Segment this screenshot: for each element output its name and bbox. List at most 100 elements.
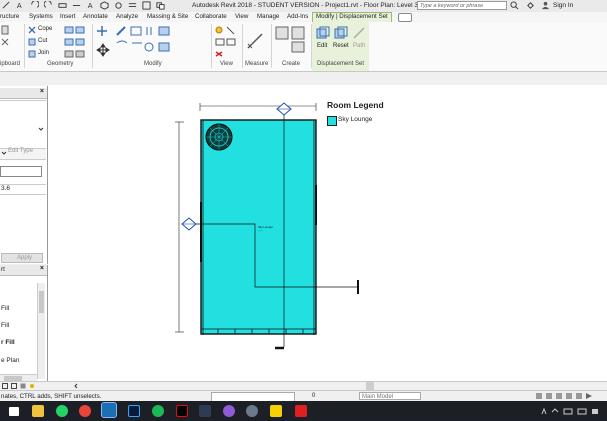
modify-tools-icon[interactable] — [115, 25, 175, 57]
close-icon[interactable]: × — [40, 265, 44, 272]
browser-item[interactable]: Fill — [1, 322, 9, 329]
spotify-icon[interactable] — [152, 405, 164, 417]
dropdown-icon[interactable] — [1, 150, 7, 156]
windows-taskbar — [0, 401, 607, 421]
thin-lines-icon[interactable] — [128, 1, 137, 10]
system-tray-icons[interactable] — [540, 407, 600, 416]
tab-annotate[interactable]: Annotate — [83, 13, 108, 20]
align-icon[interactable] — [96, 25, 108, 37]
scrollbar-thumb[interactable] — [39, 291, 44, 313]
measure-icon[interactable] — [2, 1, 11, 10]
horizontal-scroll-thumb[interactable] — [366, 382, 374, 390]
room-tag[interactable]: Sky Lounge — [258, 225, 273, 229]
cope-button[interactable]: Cope — [38, 26, 52, 32]
join-icon[interactable] — [28, 50, 36, 58]
tab-modify-displacement-set[interactable]: Modify | Displacement Set — [312, 12, 392, 22]
tab-systems[interactable]: Systems — [29, 13, 53, 20]
tab-analyze[interactable]: Analyze — [116, 13, 138, 20]
sign-in-link[interactable]: Sign In — [553, 2, 573, 9]
browser-item[interactable]: Fill — [1, 305, 9, 312]
cut-button[interactable]: Cut — [38, 38, 47, 44]
redo-icon[interactable] — [44, 1, 53, 10]
design-option-dropdown[interactable]: Main Model — [359, 392, 421, 400]
property-input[interactable] — [0, 166, 42, 177]
whatsapp-icon[interactable] — [56, 405, 68, 417]
path-icon[interactable] — [352, 26, 366, 40]
edit-displacement-icon[interactable] — [316, 26, 330, 40]
group-separator — [211, 24, 212, 68]
join-button[interactable]: Join — [38, 50, 49, 56]
tab-add-ins[interactable]: Add-Ins — [287, 13, 308, 20]
mail-icon[interactable] — [9, 407, 19, 416]
selection-filter-icons[interactable] — [535, 392, 595, 400]
group-separator — [242, 24, 243, 68]
apply-button[interactable]: Apply — [1, 253, 43, 263]
sun-path-icon[interactable] — [29, 383, 35, 389]
view-tools-icon[interactable] — [214, 25, 238, 57]
browser-item[interactable]: e Plan — [1, 357, 19, 364]
visual-style-icon[interactable] — [20, 383, 26, 389]
tab-collaborate[interactable]: Collaborate — [195, 13, 227, 20]
paste-icon[interactable] — [1, 25, 9, 35]
room-tag-detail: ◦◦◦◦◦◦ — [258, 231, 263, 233]
edit-button[interactable]: Edit — [317, 43, 327, 49]
cut-icon[interactable] — [28, 38, 36, 46]
cut-clipboard-icon[interactable] — [1, 38, 9, 46]
tab-insert[interactable]: Insert — [60, 13, 75, 20]
detail-level-icon[interactable] — [11, 383, 17, 389]
revit-icon[interactable] — [101, 402, 117, 418]
tab-view[interactable]: View — [235, 13, 248, 20]
app-icon[interactable] — [199, 405, 211, 417]
sticky-notes-icon[interactable] — [270, 405, 282, 417]
drawing-canvas[interactable]: Sky Lounge ◦◦◦◦◦◦ Room Legend Sky Lounge — [48, 85, 607, 381]
scroll-left-icon[interactable] — [73, 383, 79, 389]
text-icon[interactable]: A — [86, 1, 95, 10]
maps-icon[interactable] — [223, 405, 235, 417]
move-icon[interactable] — [96, 43, 110, 57]
undo-icon[interactable] — [30, 1, 39, 10]
divider — [0, 100, 46, 101]
ribbon-toggle-button[interactable] — [398, 13, 412, 22]
geometry-tools-icon[interactable] — [64, 26, 86, 58]
close-hidden-icon[interactable] — [142, 1, 151, 10]
divider — [0, 194, 46, 195]
settings-icon[interactable] — [246, 405, 258, 417]
photoshop-icon[interactable] — [128, 405, 140, 417]
edit-type-button[interactable]: Edit Type — [8, 148, 33, 154]
scrollbar[interactable] — [37, 283, 45, 379]
tab-structure[interactable]: ructure — [0, 13, 19, 20]
elevation-marker-left[interactable] — [181, 217, 197, 231]
netflix-icon[interactable] — [176, 405, 188, 417]
group-separator — [271, 24, 272, 68]
elevation-marker-top[interactable] — [276, 102, 292, 116]
3d-view-icon[interactable] — [100, 1, 109, 10]
acrobat-icon[interactable] — [295, 405, 307, 417]
browser-item-selected[interactable]: r Fill — [1, 339, 15, 346]
close-icon[interactable]: × — [40, 88, 44, 95]
project-browser-panel: rt × Fill Fill r Fill e Plan — [0, 265, 48, 382]
legend-entry-label: Sky Lounge — [338, 116, 373, 123]
switch-windows-icon[interactable] — [156, 1, 165, 10]
path-button[interactable]: Path — [353, 43, 365, 49]
create-tools-icon[interactable] — [274, 25, 308, 55]
section-icon[interactable] — [114, 1, 123, 10]
user-icon[interactable] — [541, 1, 550, 10]
cope-icon[interactable] — [28, 26, 36, 34]
scale-icon[interactable] — [2, 383, 8, 389]
reset-button[interactable]: Reset — [333, 43, 349, 49]
chevron-down-icon[interactable] — [38, 126, 44, 132]
subscription-icon[interactable] — [526, 1, 535, 10]
print-icon[interactable] — [58, 1, 67, 10]
svg-text:A: A — [88, 1, 93, 10]
tab-manage[interactable]: Manage — [257, 13, 279, 20]
tab-massing-site[interactable]: Massing & Site — [147, 13, 188, 20]
search-icon[interactable] — [510, 1, 519, 10]
search-input[interactable]: Type a keyword or phrase — [417, 1, 507, 10]
tag-icon[interactable]: A — [16, 1, 25, 10]
chrome-icon[interactable] — [79, 405, 91, 417]
reset-displacement-icon[interactable] — [334, 26, 348, 40]
floor-plan-drawing[interactable]: Sky Lounge ◦◦◦◦◦◦ — [48, 85, 607, 381]
measure-tool-icon[interactable] — [246, 32, 264, 50]
dimension-icon[interactable] — [72, 1, 81, 10]
file-explorer-icon[interactable] — [32, 405, 44, 417]
